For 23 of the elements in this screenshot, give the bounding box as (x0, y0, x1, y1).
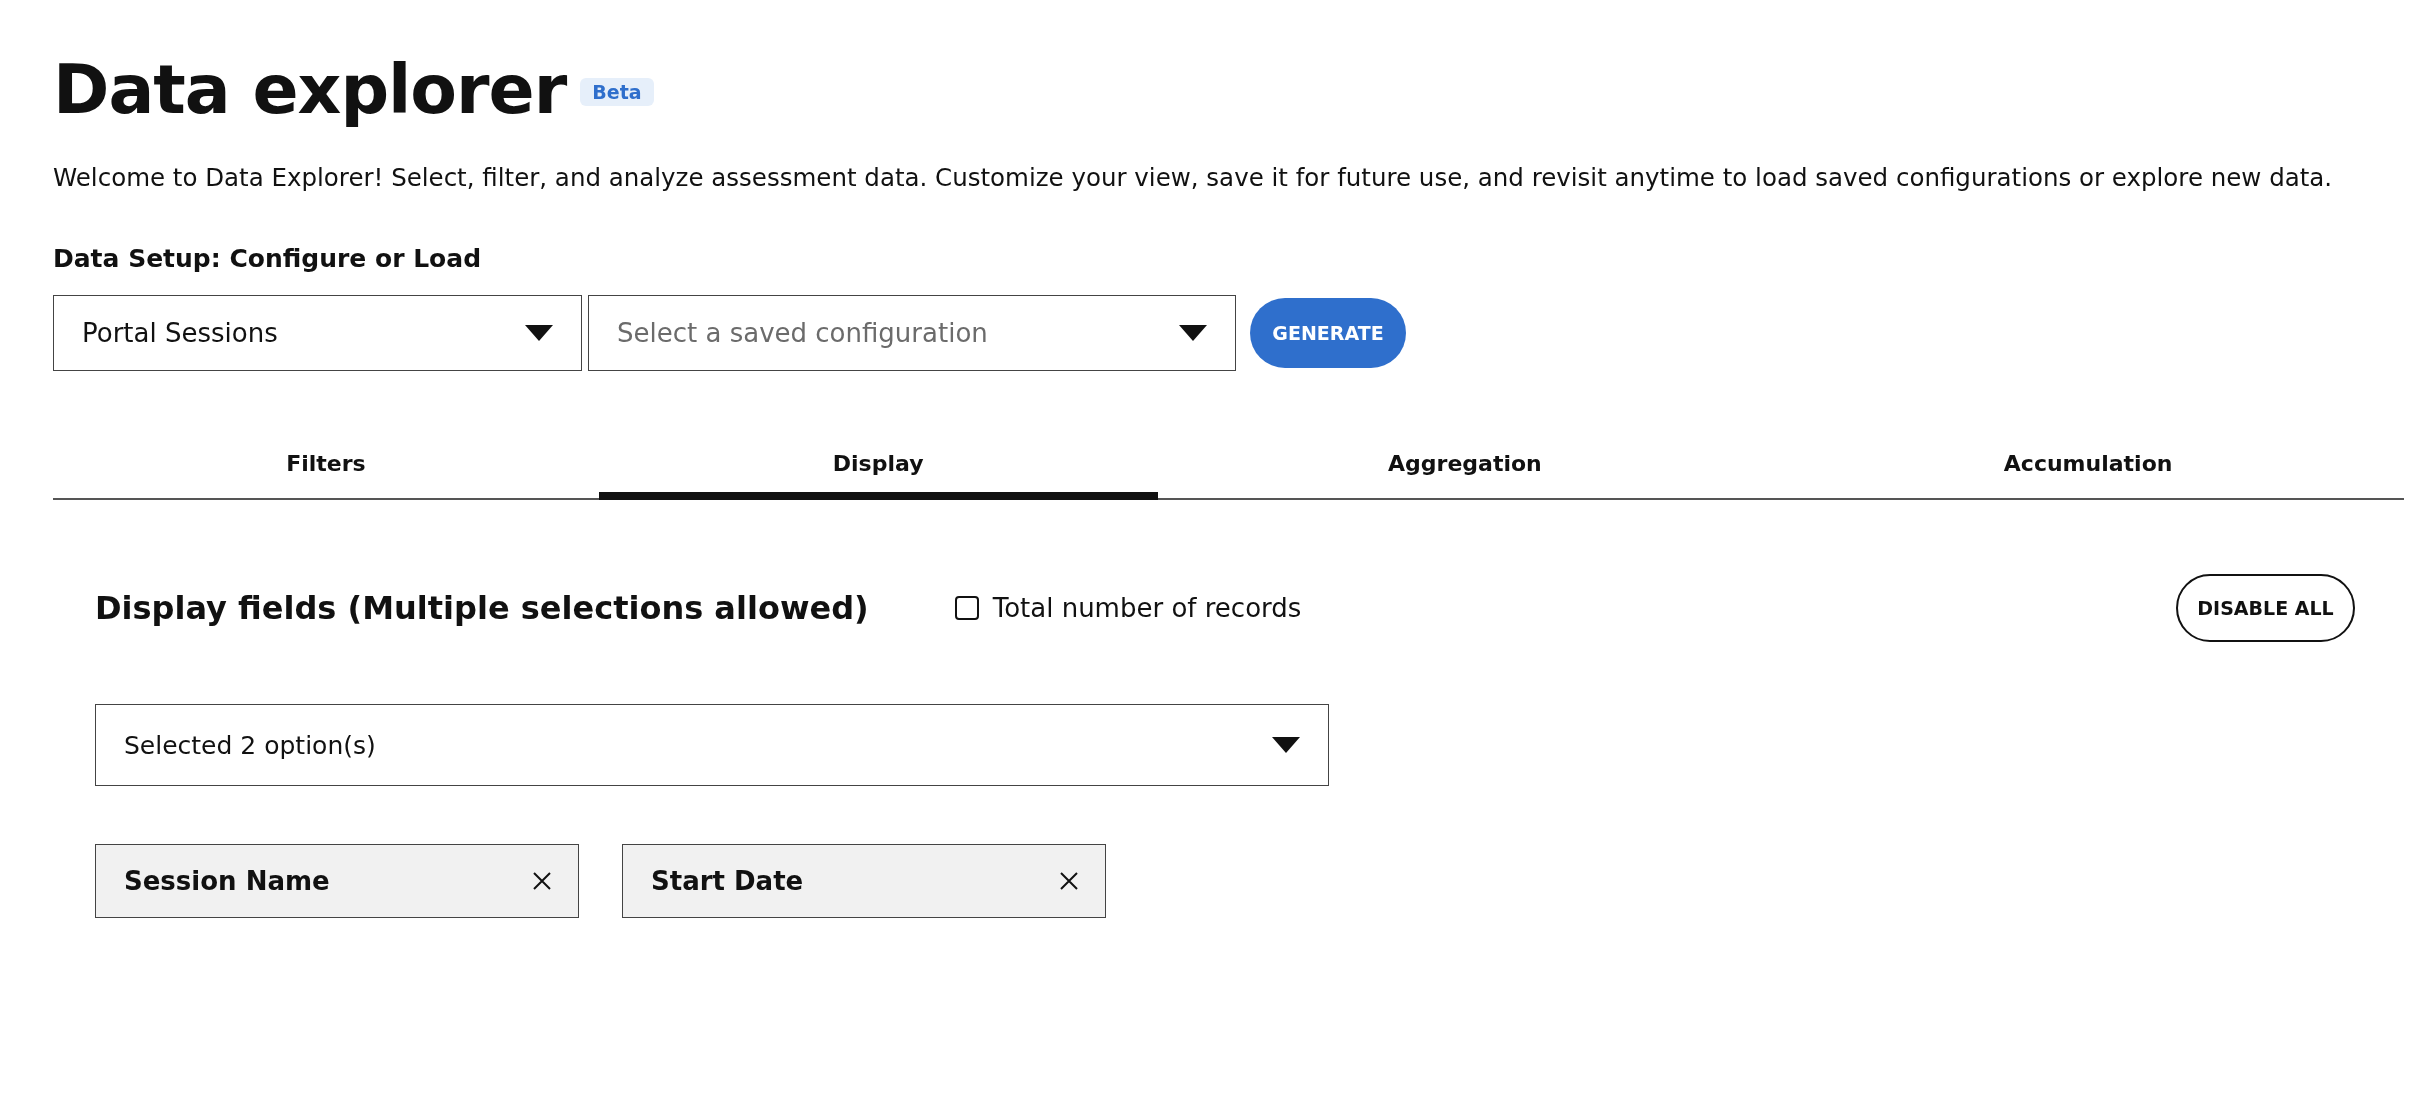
fields-select[interactable]: Selected 2 option(s) (95, 704, 1329, 786)
caret-icon (1272, 737, 1300, 753)
close-icon[interactable] (532, 871, 552, 891)
tab[interactable]: Filters (53, 451, 599, 500)
setup-label: Data Setup: Configure or Load (53, 244, 483, 273)
page-description: Welcome to Data Explorer! Select, filter, and analyze assessment data. Customize your view, save it for future use, and revisit anytime to load saved configurations or explore new data. (53, 163, 2334, 192)
close-icon[interactable] (1059, 871, 1079, 891)
tab[interactable]: Display (598, 451, 1158, 500)
chip-label: Start Date (651, 866, 804, 896)
generate-button[interactable]: GENERATE (1250, 298, 1406, 368)
chip-label: Session Name (124, 866, 330, 896)
caret-icon (525, 325, 553, 341)
section-heading: Display fields (Multiple selections allowed) (95, 589, 869, 627)
tab[interactable]: Accumulation (1772, 451, 2404, 500)
disable-all-button[interactable]: DISABLE ALL (2176, 574, 2355, 642)
caret-icon (1179, 325, 1207, 341)
checkbox-label: Total number of records (992, 593, 1302, 623)
tab[interactable]: Aggregation (1157, 451, 1773, 500)
source-select[interactable]: Portal Sessions (53, 295, 582, 371)
checkbox[interactable] (954, 596, 979, 620)
configuration-select[interactable]: Select a saved configuration (588, 295, 1236, 371)
beta-badge: Beta (580, 77, 654, 106)
page-title: Data explorer (53, 50, 567, 129)
